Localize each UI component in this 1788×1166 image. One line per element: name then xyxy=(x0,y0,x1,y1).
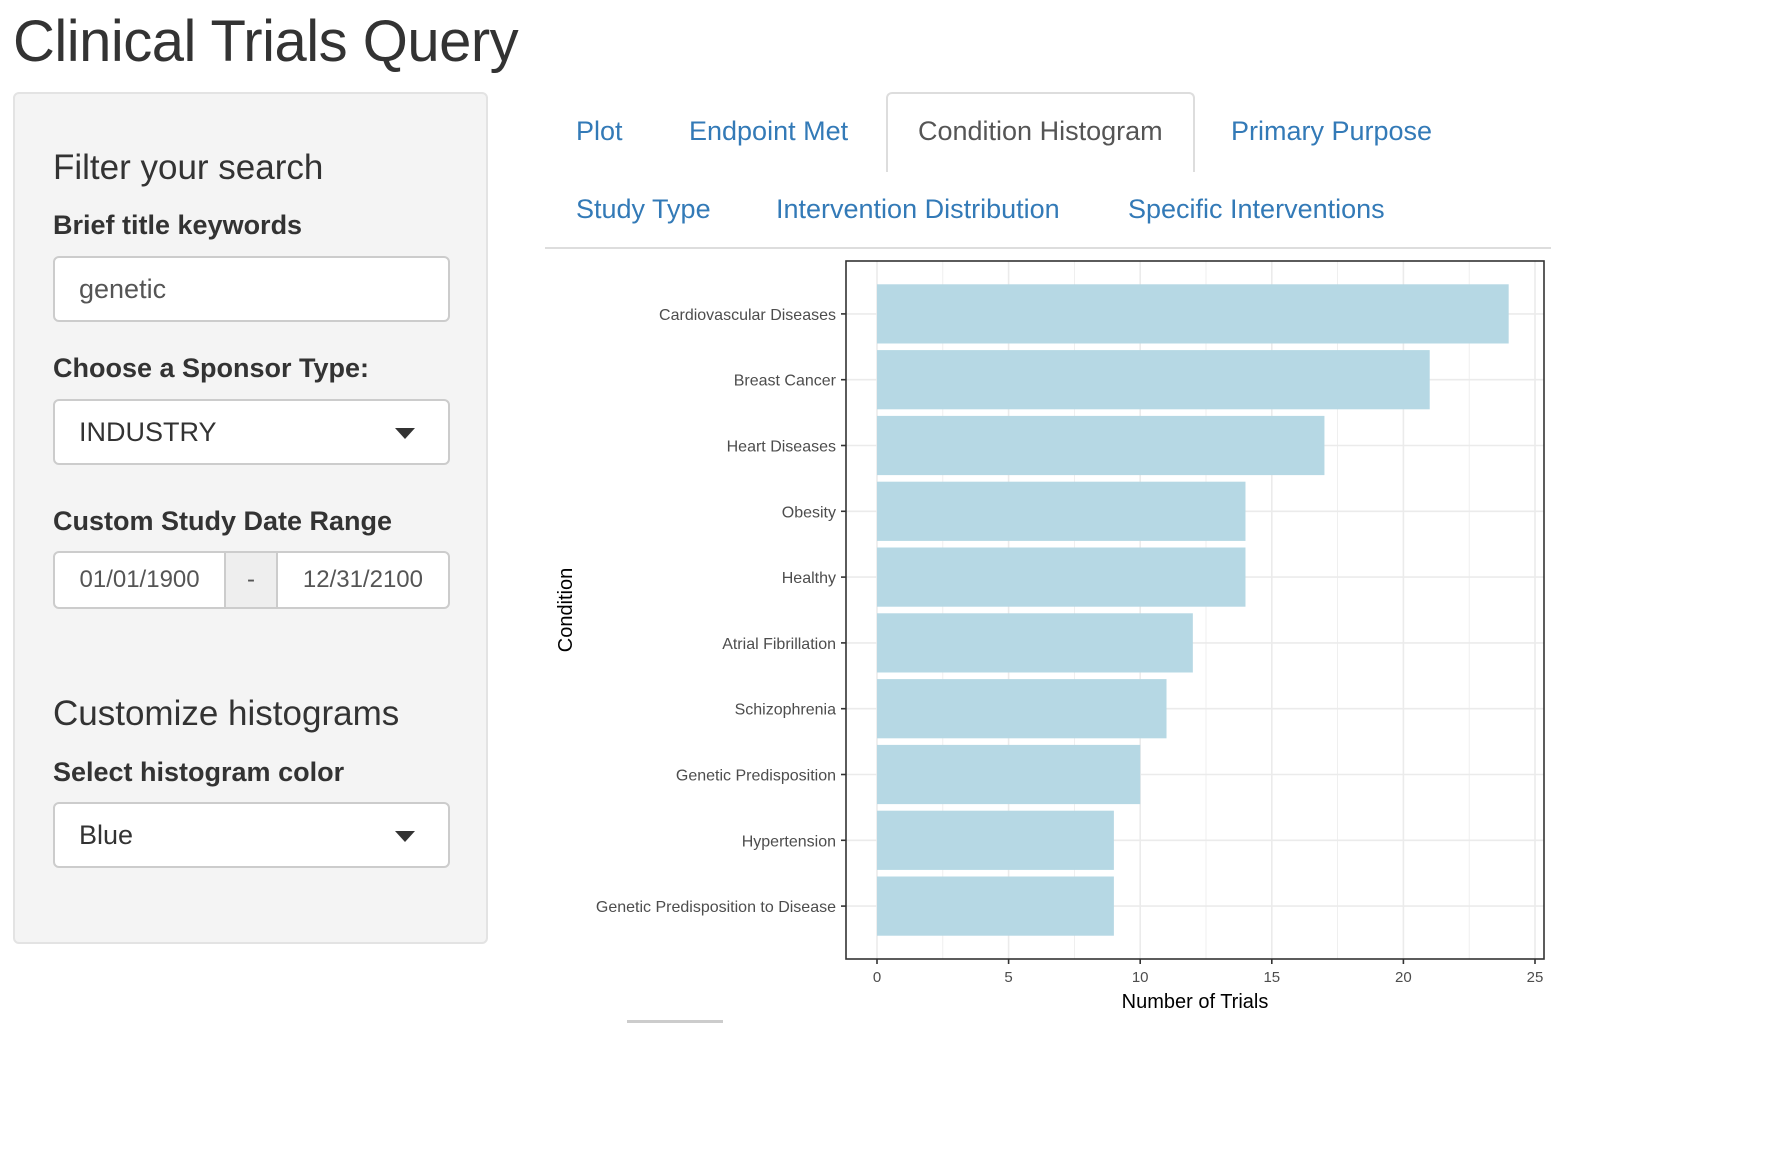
tab-primary-purpose[interactable]: Primary Purpose xyxy=(1231,116,1432,147)
chart-x-tick-label: 0 xyxy=(873,969,881,986)
chart-x-tick-label: 25 xyxy=(1527,969,1544,986)
chart-svg: Cardiovascular Diseases Breast Cancer Hear… xyxy=(555,260,1545,1013)
chart-bar xyxy=(877,679,1167,739)
chart-x-axis-title: Number of Trials xyxy=(1122,991,1269,1013)
date-end-input[interactable]: 12/31/2100 xyxy=(275,551,450,609)
chart-bar xyxy=(877,613,1193,673)
tab-endpoint-met[interactable]: Endpoint Met xyxy=(689,116,848,147)
tab-condition-histogram[interactable]: Condition Histogram xyxy=(886,92,1195,172)
footer-divider xyxy=(627,1020,723,1023)
chart-bar xyxy=(877,284,1509,344)
tab-specific-interventions[interactable]: Specific Interventions xyxy=(1128,194,1385,225)
page-title: Clinical Trials Query xyxy=(13,9,519,74)
chart-y-tick-label: Atrial Fibrillation xyxy=(722,636,836,653)
chart-x-tick-label: 5 xyxy=(1004,969,1012,986)
customize-heading: Customize histograms xyxy=(53,694,400,733)
chart-y-tick-label: Obesity xyxy=(782,504,836,521)
chart-x-tick-label: 15 xyxy=(1263,969,1280,986)
chart-y-tick-label: Schizophrenia xyxy=(735,702,837,719)
sidebar-panel: Filter your search Brief title keywords … xyxy=(13,92,488,944)
chart-x-tick-label: 20 xyxy=(1395,969,1412,986)
filter-heading: Filter your search xyxy=(53,148,324,187)
chart-bar xyxy=(877,744,1141,805)
chart-bar xyxy=(877,547,1246,607)
histogram-color-label: Select histogram color xyxy=(53,757,345,787)
date-range-separator: - xyxy=(226,551,276,609)
keywords-input-value: genetic xyxy=(79,273,167,304)
chart-y-tick-label: Genetic Predisposition xyxy=(676,768,836,785)
date-range-label: Custom Study Date Range xyxy=(53,506,393,536)
chart-x-tick-label: 10 xyxy=(1132,969,1149,986)
condition-histogram-chart: Cardiovascular Diseases Breast Cancer Hear… xyxy=(545,250,1555,1025)
sponsor-type-select[interactable]: INDUSTRY xyxy=(53,399,450,465)
chart-bar xyxy=(877,810,1114,870)
tab-bar: Plot Endpoint Met Condition Histogram Pr… xyxy=(545,92,1551,249)
date-range-input: 01/01/1900 - 12/31/2100 xyxy=(53,551,450,609)
chart-y-axis-title: Condition xyxy=(555,568,577,653)
chart-bar xyxy=(877,481,1246,541)
chart-y-tick-label: Healthy xyxy=(782,570,836,587)
chevron-down-icon xyxy=(395,428,415,439)
tab-plot[interactable]: Plot xyxy=(576,116,623,147)
chart-y-tick-label: Breast Cancer xyxy=(734,373,837,390)
chart-y-tick-label: Cardiovascular Diseases xyxy=(659,307,836,324)
chart-y-tick-label: Hypertension xyxy=(742,833,836,850)
sponsor-type-value: INDUSTRY xyxy=(79,416,217,447)
tab-intervention-distribution[interactable]: Intervention Distribution xyxy=(776,194,1060,225)
date-start-input[interactable]: 01/01/1900 xyxy=(53,551,227,609)
chevron-down-icon xyxy=(395,831,415,842)
keywords-input[interactable]: genetic xyxy=(53,256,450,322)
chart-bar xyxy=(877,350,1430,410)
sponsor-type-label: Choose a Sponsor Type: xyxy=(53,353,370,383)
chart-bar xyxy=(877,415,1325,476)
tab-study-type[interactable]: Study Type xyxy=(576,194,711,225)
histogram-color-select[interactable]: Blue xyxy=(53,802,450,868)
keywords-label: Brief title keywords xyxy=(53,210,303,240)
chart-bar xyxy=(877,876,1114,936)
chart-y-tick-label: Genetic Predisposition to Disease xyxy=(596,899,836,916)
histogram-color-value: Blue xyxy=(79,819,134,850)
chart-y-tick-label: Heart Diseases xyxy=(727,439,836,456)
